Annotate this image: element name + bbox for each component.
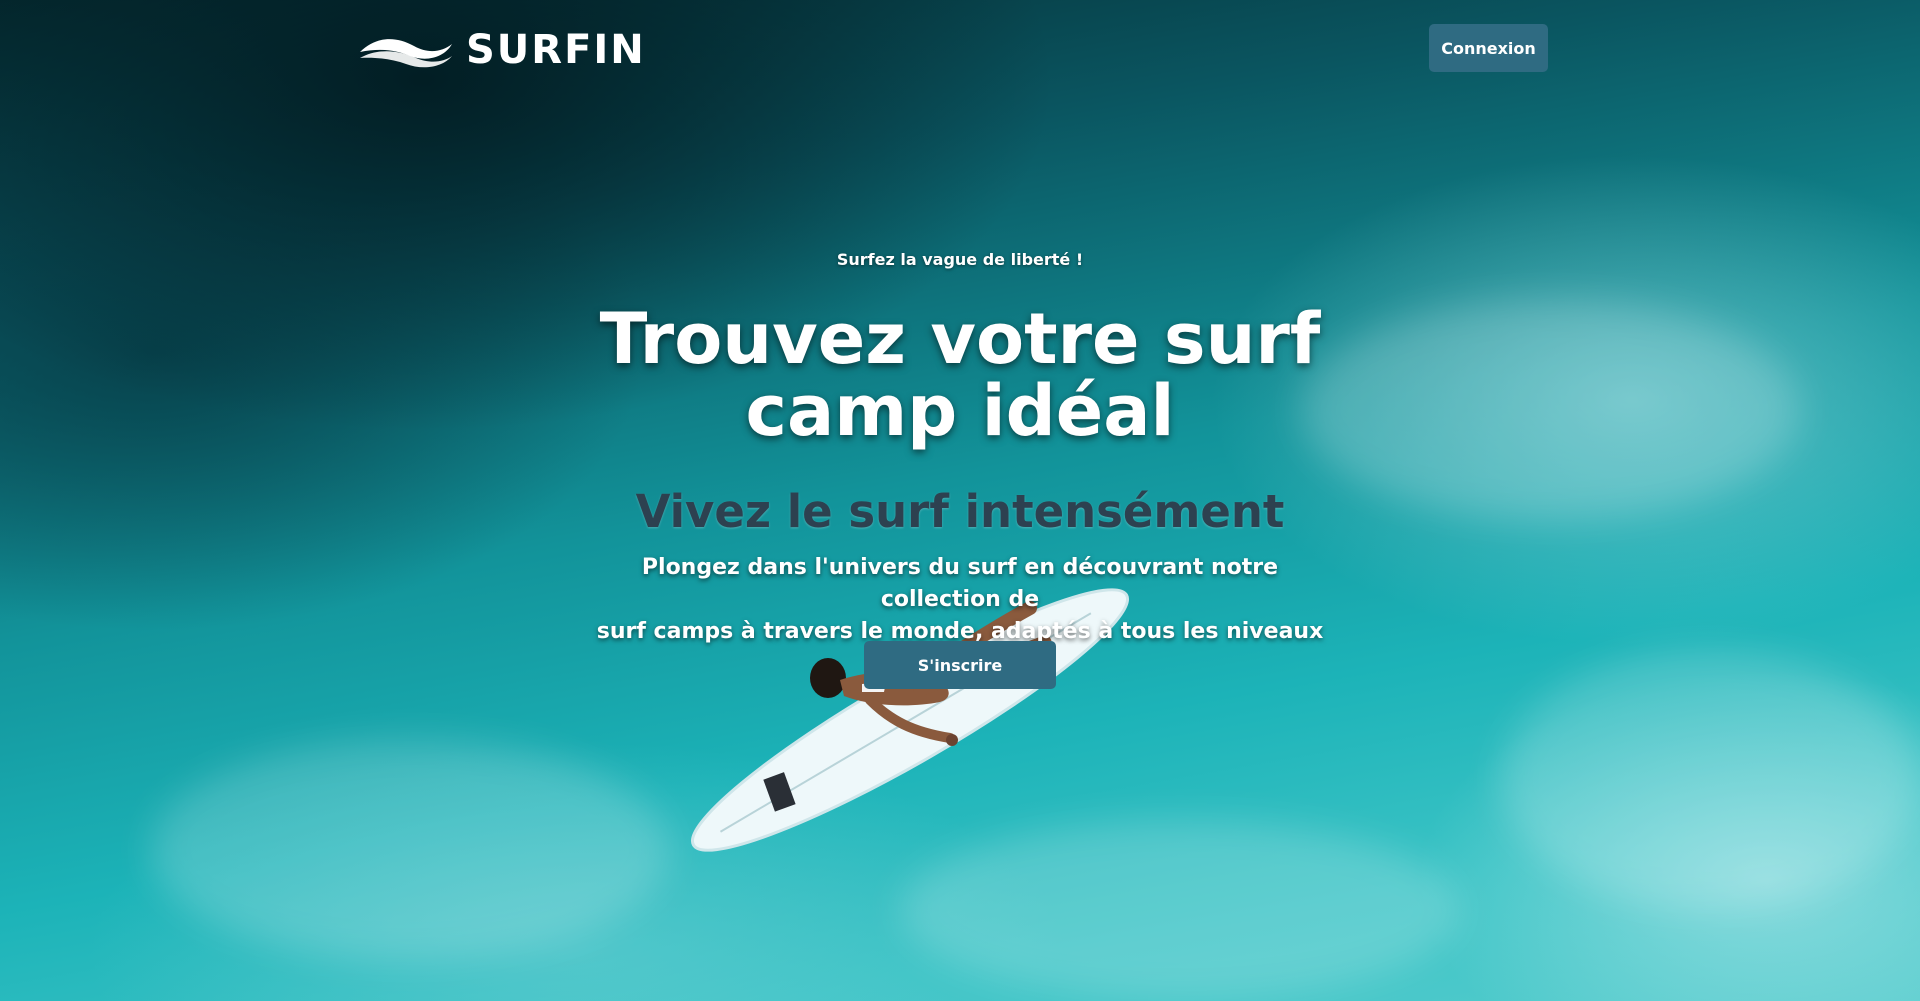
login-button[interactable]: Connexion xyxy=(1429,24,1548,72)
brand-logo[interactable]: SURFIN xyxy=(356,30,646,70)
headline-line-2: camp idéal xyxy=(745,370,1175,452)
description-line-1: Plongez dans l'univers du surf en découv… xyxy=(641,555,1279,612)
hero-section: SURFIN Connexion Surfez la vague de libe… xyxy=(0,0,1920,1001)
brand-name: SURFIN xyxy=(466,27,646,73)
hero-description: Plongez dans l'univers du surf en découv… xyxy=(580,552,1340,648)
signup-button[interactable]: S'inscrire xyxy=(864,641,1056,689)
ocean-foam xyxy=(1300,300,1800,520)
hero-subheadline: Vivez le surf intensément xyxy=(635,485,1285,538)
wave-logo-icon xyxy=(360,39,452,68)
ocean-foam xyxy=(1500,650,1920,910)
ocean-foam xyxy=(150,740,670,960)
hero-headline: Trouvez votre surf camp idéal xyxy=(560,303,1360,447)
hero-tagline: Surfez la vague de liberté ! xyxy=(836,250,1084,269)
headline-line-1: Trouvez votre surf xyxy=(599,298,1321,380)
